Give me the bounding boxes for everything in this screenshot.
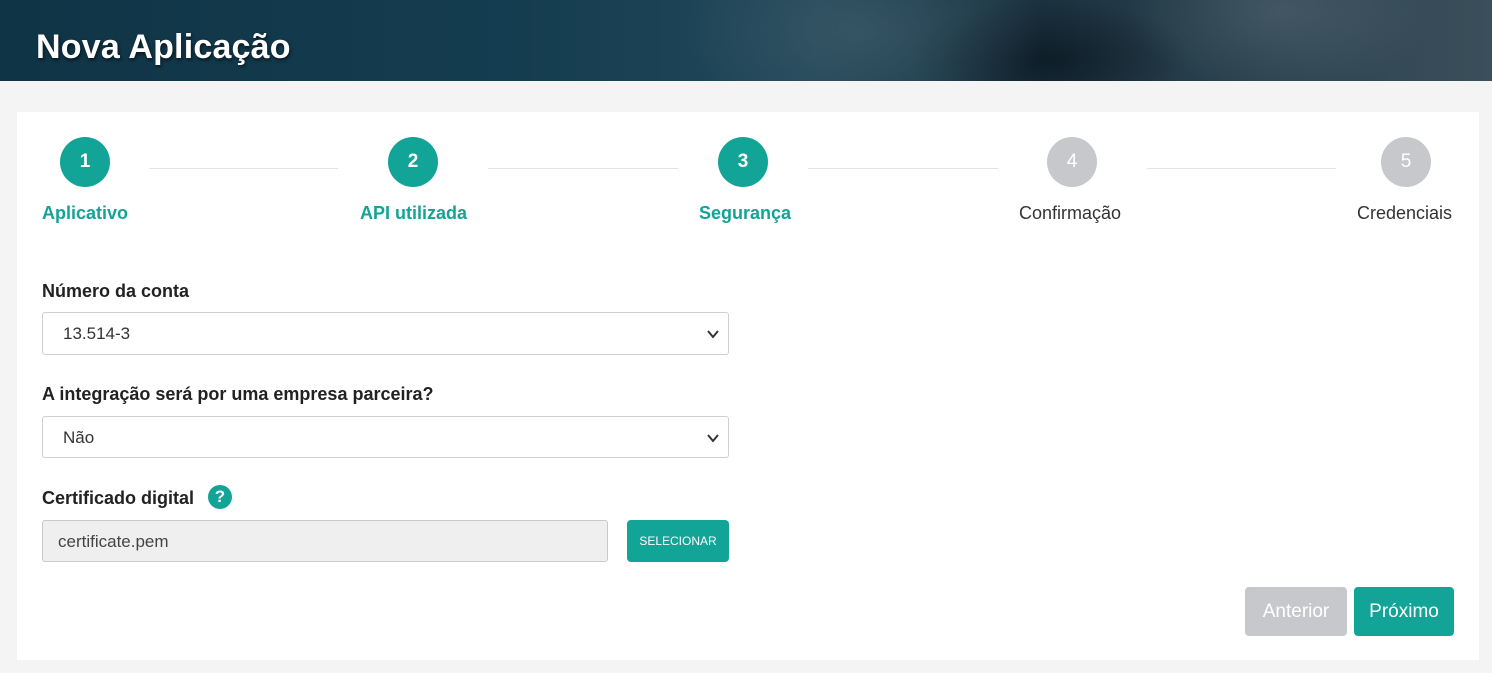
step-1-circle[interactable]: 1 xyxy=(60,137,110,187)
account-number-select[interactable]: 13.514-3 xyxy=(42,312,729,355)
stepper-connector xyxy=(488,168,678,169)
partner-select[interactable]: Não xyxy=(42,416,729,458)
stepper-connector xyxy=(1147,168,1336,169)
certificate-label: Certificado digital xyxy=(42,488,195,508)
account-number-value: 13.514-3 xyxy=(63,324,131,343)
question-circle-icon[interactable]: ? xyxy=(208,485,232,509)
step-1-label[interactable]: Aplicativo xyxy=(42,203,128,224)
partner-value: Não xyxy=(63,428,95,447)
partner-question-label: A integração será por uma empresa parcei… xyxy=(42,384,434,404)
step-5-label: Credenciais xyxy=(1357,203,1453,223)
step-4-label: Confirmação xyxy=(1019,203,1122,223)
step-3-circle[interactable]: 3 xyxy=(718,137,768,187)
header-banner: Nova Aplicação xyxy=(0,0,1492,81)
step-4-circle: 4 xyxy=(1047,137,1097,187)
next-button[interactable]: Próximo xyxy=(1354,587,1454,636)
step-2-label[interactable]: API utilizada xyxy=(360,203,467,224)
stepper-connector xyxy=(149,168,338,169)
previous-button[interactable]: Anterior xyxy=(1245,587,1347,636)
wizard-card: 1 Aplicativo 2 API utilizada 3 Segurança… xyxy=(17,112,1479,660)
step-5-circle: 5 xyxy=(1381,137,1431,187)
step-3-label[interactable]: Segurança xyxy=(699,203,791,224)
certificate-file-input: certificate.pem xyxy=(42,520,608,562)
account-number-label: Número da conta xyxy=(42,281,190,301)
select-certificate-button[interactable]: SELECIONAR xyxy=(627,520,729,562)
stepper-connector xyxy=(808,168,998,169)
chevron-down-icon xyxy=(707,434,719,443)
certificate-file-name: certificate.pem xyxy=(58,532,169,551)
chevron-down-icon xyxy=(707,330,719,339)
step-2-circle[interactable]: 2 xyxy=(388,137,438,187)
page-title: Nova Aplicação xyxy=(36,28,291,66)
